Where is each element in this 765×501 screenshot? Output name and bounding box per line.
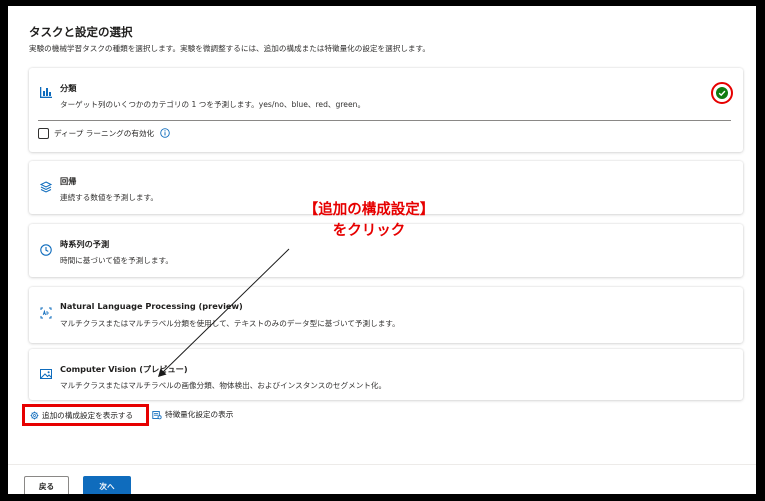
deep-learning-checkbox[interactable] [38,127,49,139]
task-title: Natural Language Processing (preview) [60,301,243,311]
task-description: ターゲット列のいくつかのカテゴリの 1 つを予測します。yes/no、blue、… [60,100,366,109]
deep-learning-label: ディープ ラーニングの有効化 [54,128,155,138]
task-description: マルチクラスまたはマルチラベル分類を使用して、テキストのみのデータ型に基づいて予… [60,319,400,328]
next-button[interactable]: 次へ [83,476,131,494]
page-title: タスクと設定の選択 [29,25,133,39]
annotation-callout: 【追加の構成設定】 をクリック [284,200,454,242]
featurization-link[interactable]: 特徴量化設定の表示 [152,409,233,420]
back-button[interactable]: 戻る [24,476,69,494]
task-card-classification[interactable]: 分類 ターゲット列のいくつかのカテゴリの 1 つを予測します。yes/no、bl… [29,68,743,152]
task-title: 分類 [60,83,77,93]
additional-config-link[interactable]: 追加の構成設定を表示する [22,404,149,426]
additional-config-label: 追加の構成設定を表示する [42,410,134,420]
stack-icon [39,181,53,193]
annotation-line-1: 【追加の構成設定】 [303,202,435,218]
annotation-line-2: をクリック [332,223,406,239]
image-icon [40,369,52,379]
text-box-icon [40,307,52,319]
gear-icon [30,411,39,419]
task-description: マルチクラスまたはマルチラベルの画像分類、物体検出、およびインスタンスのセグメン… [60,381,387,390]
deep-learning-option: ディープ ラーニングの有効化 [38,126,170,140]
task-card-computer-vision[interactable]: Computer Vision (プレビュー) マルチクラスまたはマルチラベルの… [29,349,743,400]
bar-chart-icon [40,87,52,98]
task-title: Computer Vision (プレビュー) [60,364,188,374]
selected-check-badge [711,82,733,104]
featurization-icon [152,410,162,419]
check-circle-icon [716,87,728,99]
task-settings-panel: タスクと設定の選択 実験の機械学習タスクの種類を選択します。実験を微調整するには… [8,6,756,494]
task-description: 時間に基づいて値を予測します。 [60,256,173,265]
task-title: 時系列の予測 [60,239,110,249]
page-subtitle: 実験の機械学習タスクの種類を選択します。実験を微調整するには、追加の構成または特… [29,44,430,53]
clock-icon [40,244,52,256]
footer-divider [8,464,756,465]
divider [38,120,731,121]
task-card-nlp[interactable]: Natural Language Processing (preview) マル… [29,287,743,343]
featurization-label: 特徴量化設定の表示 [165,410,234,419]
task-description: 連続する数値を予測します。 [60,193,158,202]
task-title: 回帰 [60,176,77,186]
info-icon[interactable] [160,128,170,138]
